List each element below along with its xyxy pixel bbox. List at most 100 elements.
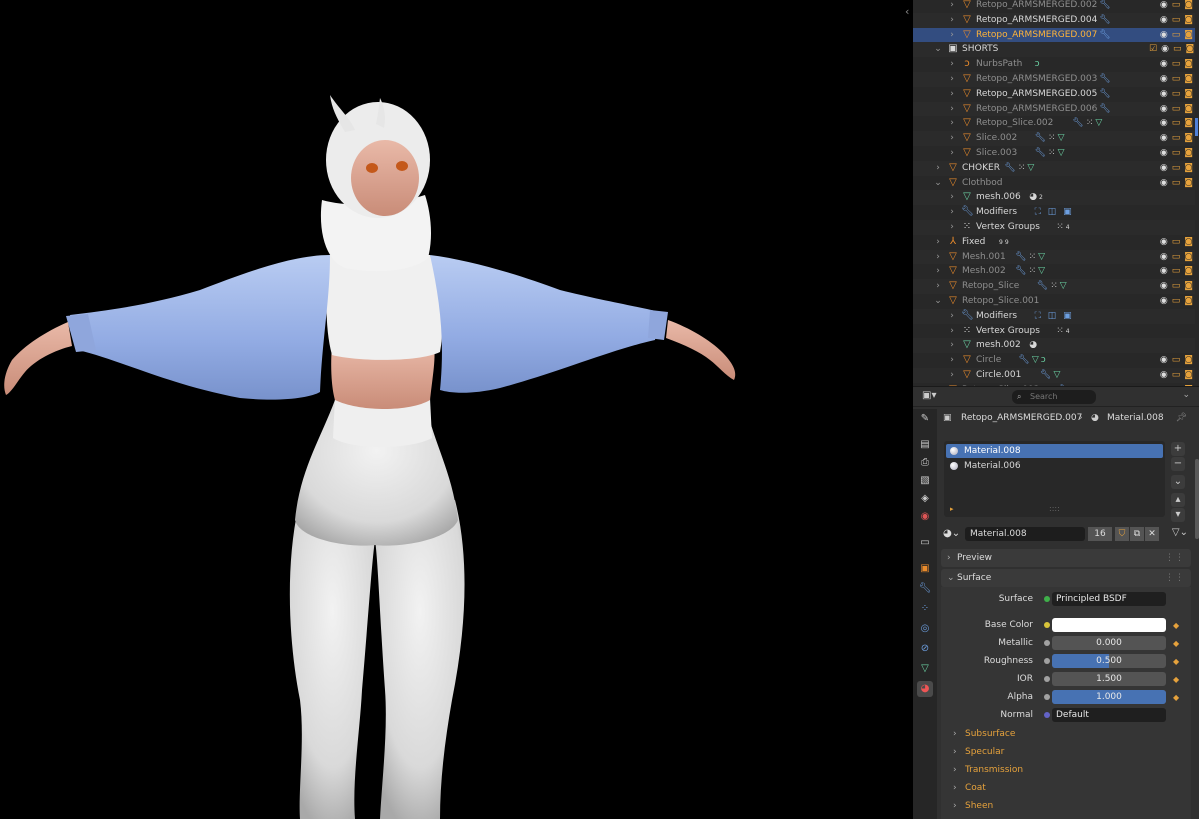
eye-icon[interactable]: ◉	[1160, 237, 1168, 247]
eye-icon[interactable]: ◉	[1160, 355, 1168, 365]
modifier-tab-icon[interactable]: 🔧︎	[917, 581, 933, 597]
socket-icon[interactable]	[1044, 596, 1050, 602]
link-mode-icon[interactable]: ▽⌄	[1172, 527, 1188, 538]
render-toggle-icon[interactable]: ◙	[1184, 59, 1193, 69]
subpanel-header[interactable]: › Subsurface	[953, 726, 1183, 742]
outliner-row[interactable]: › ▽ Retopo_ARMSMERGED.007 🔧︎ ◉ ▭ ◙	[913, 27, 1195, 43]
eye-icon[interactable]: ◉	[1160, 281, 1168, 291]
expand-icon[interactable]: ›	[947, 28, 957, 43]
eye-icon[interactable]: ◉	[1160, 133, 1168, 143]
keyframe-icon[interactable]: ◆	[1173, 693, 1179, 702]
duplicate-icon[interactable]: ⧉	[1130, 527, 1144, 541]
viewport-toggle-icon[interactable]: ▭	[1172, 281, 1181, 291]
render-toggle-icon[interactable]: ◙	[1184, 104, 1193, 114]
resize-grip-icon[interactable]: ::::	[1049, 504, 1060, 513]
render-tab-icon[interactable]: ▤	[917, 437, 933, 453]
render-toggle-icon[interactable]: ◙	[1184, 118, 1193, 128]
render-toggle-icon[interactable]: ◙	[1184, 163, 1193, 173]
drag-handle-icon[interactable]: ⋮⋮	[1165, 549, 1185, 567]
expand-icon[interactable]: ›	[933, 264, 943, 279]
expand-icon[interactable]: ›	[947, 338, 957, 353]
view-layer-tab-icon[interactable]: ▧	[917, 473, 933, 489]
socket-icon[interactable]	[1044, 640, 1050, 646]
material-browse-icon[interactable]: ◕⌄	[943, 528, 960, 539]
keyframe-icon[interactable]: ◆	[1173, 639, 1179, 648]
modifier-icons[interactable]: 🔧︎▽ↄ	[1018, 353, 1047, 368]
collapse-icon[interactable]: ⌄	[933, 176, 943, 191]
drag-handle-icon[interactable]: ⋮⋮	[1165, 569, 1185, 587]
expand-icon[interactable]: ›	[933, 250, 943, 265]
material-name-field[interactable]: Material.008	[965, 527, 1085, 541]
subpanel-header[interactable]: › Sheen	[953, 798, 1183, 814]
dropdown-field[interactable]: Principled BSDF	[1052, 592, 1166, 606]
collapse-icon[interactable]: ⌄	[933, 42, 943, 57]
material-tab-icon[interactable]: ◕	[917, 681, 933, 697]
render-toggle-icon[interactable]: ◙	[1184, 237, 1193, 247]
eye-icon[interactable]: ◉	[1160, 370, 1168, 380]
outliner-row[interactable]: › ▽ mesh.002 ◕	[913, 338, 1195, 354]
expand-icon[interactable]: ›	[933, 235, 943, 250]
viewport-toggle-icon[interactable]: ▭	[1172, 370, 1181, 380]
subpanel-header[interactable]: › Coat	[953, 780, 1183, 796]
scrollbar-thumb[interactable]	[1195, 118, 1198, 136]
outliner-row[interactable]: › ▽ CHOKER 🔧︎⁙▽ ◉ ▭ ◙	[913, 160, 1195, 176]
outliner-row[interactable]: › ↄ NurbsPath ↄ ◉ ▭ ◙	[913, 57, 1195, 72]
expand-icon[interactable]: ›	[947, 146, 957, 161]
tool-tab-icon[interactable]: ✎	[917, 411, 933, 427]
render-toggle-icon[interactable]: ◙	[1184, 89, 1193, 99]
visibility-toggles[interactable]: ◉ ▭◙	[1145, 57, 1193, 72]
render-toggle-icon[interactable]: ◙	[1184, 370, 1193, 380]
collection-tab-icon[interactable]: ▭	[917, 535, 933, 551]
physics-tab-icon[interactable]: ◎	[917, 621, 933, 637]
visibility-toggles[interactable]: ◉ ▭◙	[1145, 0, 1193, 13]
visibility-toggles[interactable]: ◉ ▭◙	[1145, 250, 1193, 265]
modifier-icons[interactable]: 🔧︎⁙▽	[1015, 264, 1047, 279]
preview-panel-header[interactable]: › Preview ⋮⋮	[941, 549, 1191, 567]
modifier-icons[interactable]: 🔧︎⁙▽	[1072, 116, 1104, 131]
outliner-panel[interactable]: › ▽ Retopo_ARMSMERGED.002 🔧︎ ◉ ▭ ◙ › ▽ Retopo_ARM…	[913, 0, 1199, 387]
scrollbar-thumb[interactable]	[1195, 459, 1199, 539]
expand-icon[interactable]: ›	[947, 353, 957, 368]
viewport-toggle-icon[interactable]: ▭	[1172, 74, 1181, 84]
visibility-toggles[interactable]: ◉ ▭◙	[1145, 294, 1193, 309]
render-toggle-icon[interactable]: ◙	[1184, 133, 1193, 143]
expand-icon[interactable]: ›	[947, 0, 957, 13]
checkbox-icon[interactable]: ☑	[1149, 44, 1157, 54]
viewport-toggle-icon[interactable]: ▭	[1173, 44, 1182, 54]
modifier-icons[interactable]: 🔧︎⁙▽	[1035, 146, 1067, 161]
modifier-icons[interactable]: ⁙4	[1056, 220, 1071, 236]
eye-icon[interactable]: ◉	[1160, 118, 1168, 128]
eye-icon[interactable]: ◉	[1160, 0, 1168, 10]
modifier-icons[interactable]: 🔧︎	[1099, 28, 1112, 43]
visibility-toggles[interactable]: ◉ ▭◙	[1145, 235, 1193, 250]
modifier-icons[interactable]: ◕2	[1029, 190, 1045, 206]
expand-icon[interactable]: ›	[933, 161, 943, 176]
expand-icon[interactable]: ›	[947, 116, 957, 131]
expand-icon[interactable]: ›	[947, 205, 957, 220]
viewport-toggle-icon[interactable]: ▭	[1172, 30, 1181, 40]
render-toggle-icon[interactable]: ◙	[1184, 30, 1193, 40]
visibility-toggles[interactable]: ◉ ▭◙	[1145, 368, 1193, 383]
material-slot-item[interactable]: Material.008	[946, 444, 1163, 458]
viewport-toggle-icon[interactable]: ▭	[1172, 15, 1181, 25]
expand-icon[interactable]: ›	[947, 368, 957, 383]
constraints-tab-icon[interactable]: ⊘	[917, 641, 933, 657]
slider-field[interactable]: 1.500	[1052, 672, 1166, 686]
visibility-toggles[interactable]: ◉ ▭◙	[1145, 161, 1193, 176]
modifier-icons[interactable]: 99	[999, 235, 1011, 251]
outliner-row[interactable]: › ⁙ Vertex Groups ⁙4	[913, 324, 1195, 339]
modifier-icons[interactable]: 🔧︎	[1099, 87, 1112, 102]
viewport-toggle-icon[interactable]: ▭	[1172, 148, 1181, 158]
viewport-toggle-icon[interactable]: ▭	[1172, 266, 1181, 276]
base-color-swatch[interactable]	[1052, 618, 1166, 632]
keyframe-icon[interactable]: ◆	[1173, 657, 1179, 666]
socket-icon[interactable]	[1044, 712, 1050, 718]
modifier-icons[interactable]: 🔧︎	[1099, 0, 1112, 13]
eye-icon[interactable]: ◉	[1160, 104, 1168, 114]
modifier-icons[interactable]: 🔧︎⁙▽	[1035, 131, 1067, 146]
render-toggle-icon[interactable]: ◙	[1184, 281, 1193, 291]
visibility-toggles[interactable]: ◉ ▭◙	[1145, 131, 1193, 146]
render-toggle-icon[interactable]: ◙	[1184, 0, 1193, 10]
visibility-toggles[interactable]: ◉ ▭◙	[1145, 72, 1193, 87]
viewport-toggle-icon[interactable]: ▭	[1172, 89, 1181, 99]
